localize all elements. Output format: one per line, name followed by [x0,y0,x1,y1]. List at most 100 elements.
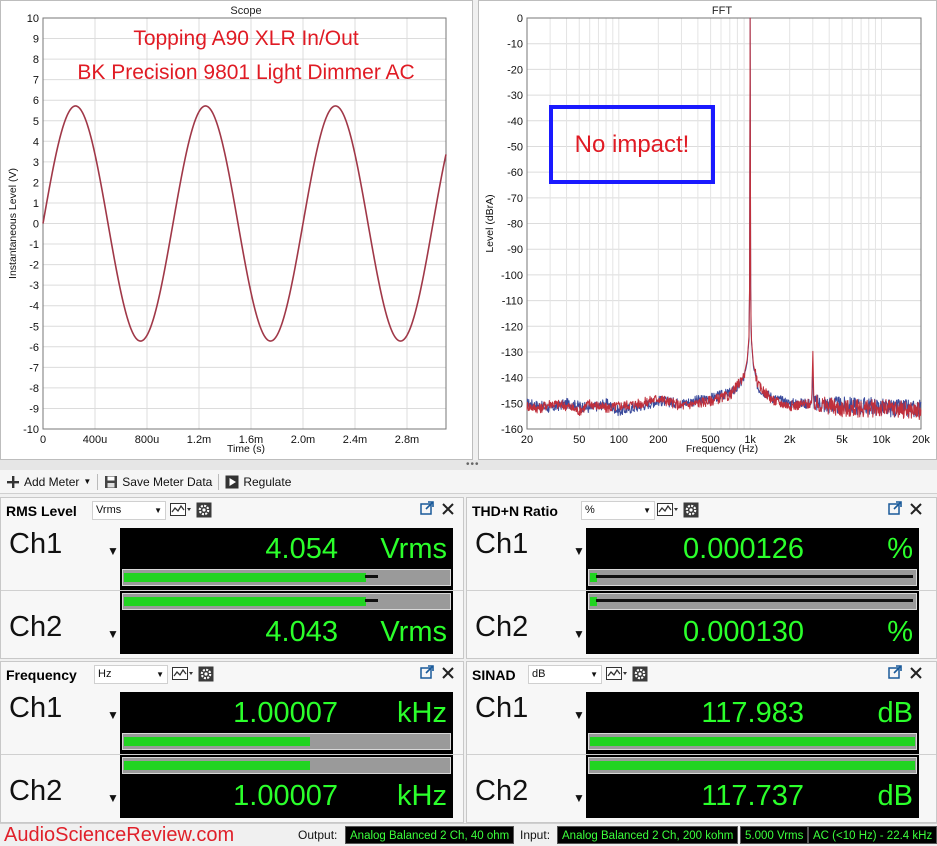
level-bar [588,757,917,774]
save-meter-data-button[interactable]: Save Meter Data [98,471,218,493]
save-icon [104,475,118,489]
add-meter-label: Add Meter [24,474,80,489]
readout-unit: kHz [397,779,447,812]
channel-dropdown-icon[interactable]: ▼ [573,708,585,722]
input-filter-button[interactable]: AC (<10 Hz) - 22.4 kHz [808,826,937,844]
input-range-button[interactable]: 5.000 Vrms [740,826,809,844]
channel-dropdown-icon[interactable]: ▼ [107,544,119,558]
audio-analyzer-window: 10 9 8 7 6 5 4 3 2 1 0 -1 -2 -3 -4 -5 -6 -7 -8 -9 -10 0 400u 80… [0,0,937,846]
meter-toolbar: Add Meter ▼ Save Meter Data Regulate [0,470,937,494]
y-tick-label: -130 [501,347,523,359]
popout-icon[interactable] [888,501,902,520]
y-tick-label: -10 [23,424,39,436]
readout-unit: dB [877,779,913,812]
x-tick-label: 2.8m [395,434,419,446]
close-icon[interactable] [910,666,922,684]
regulate-button[interactable]: Regulate [219,471,297,493]
add-meter-button[interactable]: Add Meter ▼ [0,471,97,493]
y-tick-label: -2 [29,260,39,272]
meter-window-controls [888,665,922,684]
plus-icon [6,475,20,489]
gear-icon[interactable] [683,502,699,523]
close-icon[interactable] [442,502,454,520]
y-tick-label: -3 [29,280,39,292]
input-config-button[interactable]: Analog Balanced 2 Ch, 200 kohm [557,826,739,844]
level-bar-peak [596,575,913,578]
x-tick-label: 20 [521,434,533,446]
channel-dropdown-icon[interactable]: ▼ [107,791,119,805]
gear-icon[interactable] [632,666,648,687]
y-tick-label: -10 [507,39,523,51]
x-tick-label: 1.2m [187,434,211,446]
chevron-down-icon: ▼ [83,477,92,486]
output-config-button[interactable]: Analog Balanced 2 Ch, 40 ohm [345,826,515,844]
level-bar-fill [590,737,915,746]
meter-title: RMS Level [6,503,77,519]
level-bar-fill [124,761,310,770]
meter-window-controls [420,665,454,684]
level-bar [588,733,917,750]
scope-graph-panel[interactable]: 10 9 8 7 6 5 4 3 2 1 0 -1 -2 -3 -4 -5 -6 -7 -8 -9 -10 0 400u 80… [0,0,473,460]
graph-view-icon[interactable] [606,666,628,687]
popout-icon[interactable] [420,665,434,684]
unit-select[interactable]: dB ▼ [528,665,602,684]
y-tick-label: -70 [507,193,523,205]
x-axis-label: Time (s) [227,443,265,455]
channel-row-ch2: Ch2 ▼ 4.043 Vrms [1,591,463,654]
unit-select[interactable]: Hz ▼ [94,665,168,684]
readout: 117.737 dB [586,777,919,815]
graph-view-icon[interactable] [172,666,194,687]
graph-view-icon[interactable] [170,502,192,523]
y-tick-label: -140 [501,373,523,385]
readout-unit: dB [877,696,913,729]
meter-display: 1.00007 kHz [120,692,453,755]
channel-dropdown-icon[interactable]: ▼ [573,791,585,805]
frequency-meter: Frequency Hz ▼ Ch1 ▼ 1.00007 kHz Ch2 ▼ 1.00007 kHz [0,661,464,823]
splitter-grip-icon[interactable]: ••• [466,460,480,470]
readout-unit: Vrms [380,615,447,648]
y-tick-label: -120 [501,321,523,333]
x-axis-label: Frequency (Hz) [686,443,758,455]
level-bar-fill [124,573,366,582]
y-tick-label: -8 [29,383,39,395]
gear-icon[interactable] [196,502,212,523]
channel-label: Ch1 [9,692,63,724]
x-tick-label: 200 [649,434,667,446]
close-icon[interactable] [910,502,922,520]
readout: 4.054 Vrms [120,530,453,568]
x-tick-label: 2.0m [291,434,315,446]
channel-row-ch2: Ch2 ▼ 117.737 dB [467,755,936,818]
unit-select[interactable]: Vrms ▼ [92,501,166,520]
readout-value: 1.00007 [233,696,338,729]
channel-label: Ch1 [475,528,529,560]
close-icon[interactable] [442,666,454,684]
meter-tools [606,666,648,687]
channel-dropdown-icon[interactable]: ▼ [573,627,585,641]
scope-chart: 109876543210-1-2-3-4-5-6-7-8-9-100 400u 80… [7,5,447,455]
gear-icon[interactable] [198,666,214,687]
x-tick-label: 100 [610,434,628,446]
popout-icon[interactable] [888,665,902,684]
meter-header: RMS Level [1,498,463,524]
fft-graph-panel[interactable]: 0 -10 -20 -30 -40 -50 -60 -70 -80 -90 -100 -110 -120… [478,0,937,460]
level-bar [122,593,451,610]
meter-display: 1.00007 kHz [120,755,453,818]
channel-dropdown-icon[interactable]: ▼ [107,708,119,722]
level-bar [588,593,917,610]
level-bar-peak [596,599,913,602]
channel-dropdown-icon[interactable]: ▼ [107,627,119,641]
x-tick-label: 50 [573,434,585,446]
readout-unit: kHz [397,696,447,729]
panel-splitter[interactable]: ••• [0,460,937,470]
graph-view-icon[interactable] [657,502,679,523]
y-tick-label: -50 [507,141,523,153]
sinad-meter: SINAD dB ▼ Ch1 ▼ 117.983 dB Ch2 ▼ 117.737 dB [466,661,937,823]
channel-dropdown-icon[interactable]: ▼ [573,544,585,558]
x-tick-label: 2.4m [343,434,367,446]
popout-icon[interactable] [420,501,434,520]
x-tick-label: 10k [873,434,891,446]
annotation-text: No impact! [575,131,690,158]
unit-select[interactable]: % ▼ [581,501,655,520]
y-tick-label: 7 [33,75,39,87]
annotation-line-2: BK Precision 9801 Light Dimmer AC [77,61,414,84]
